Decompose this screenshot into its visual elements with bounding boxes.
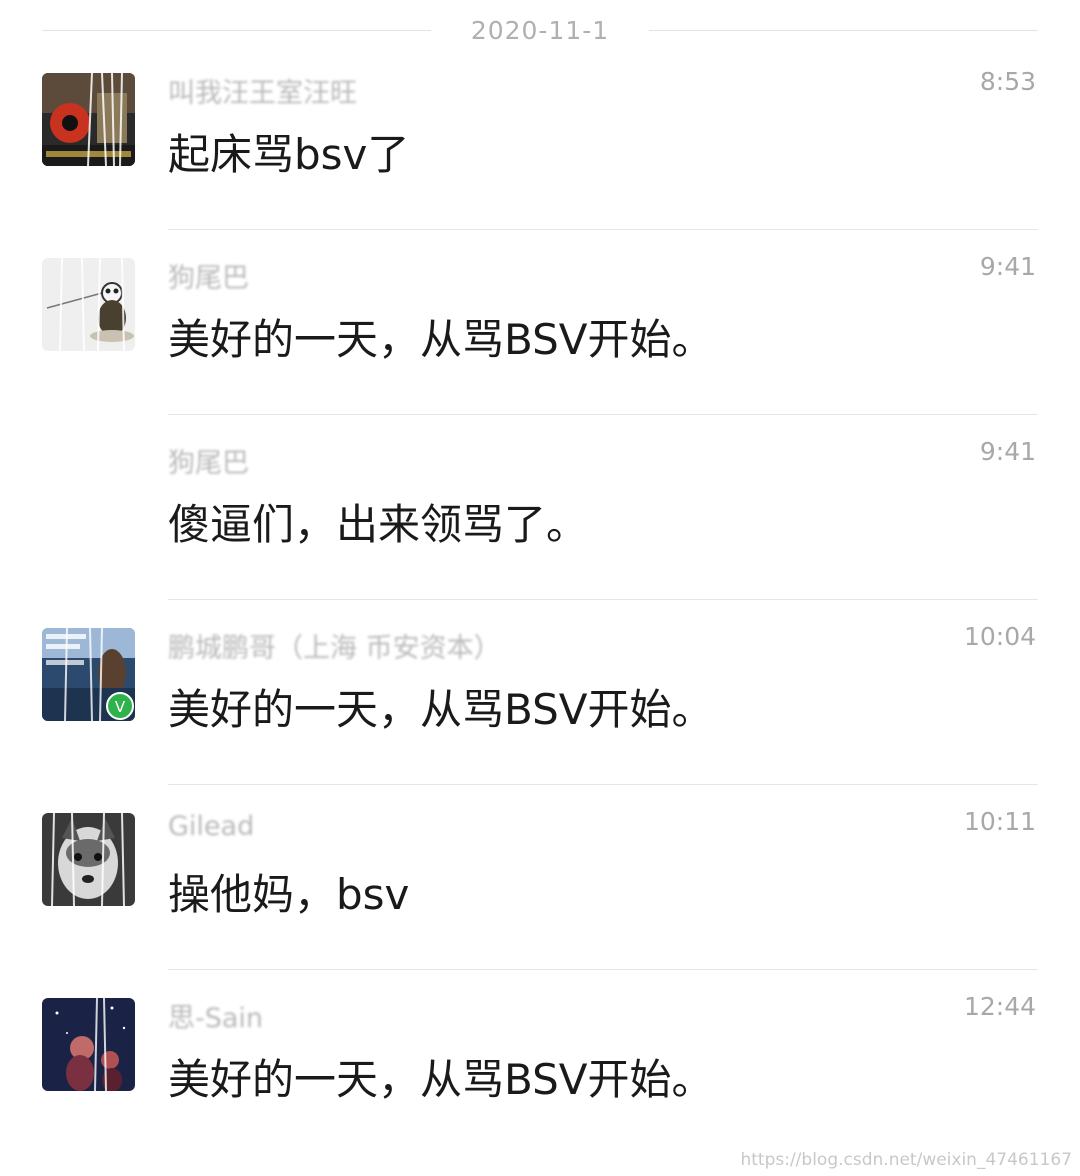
- divider-right: [649, 29, 1039, 31]
- message-item[interactable]: V 鹏城鹏哥（上海 币安资本） 10:04 美好的一天，从骂BSV开始。: [0, 600, 1080, 785]
- watermark-text: https://blog.csdn.net/weixin_47461167: [740, 1150, 1072, 1170]
- message-text: 起床骂bsv了: [168, 130, 410, 179]
- chat-history-page: 2020-11-1 叫我汪王室汪旺 8:53 起床骂bsv了 狗尾巴 9:41 …: [0, 0, 1080, 1176]
- avatar[interactable]: [42, 258, 135, 351]
- message-item[interactable]: 狗尾巴 9:41 傻逼们，出来领骂了。: [0, 415, 1080, 600]
- sender-name: 狗尾巴: [168, 263, 249, 294]
- avatar-image-icon: [42, 73, 135, 166]
- svg-text:V: V: [115, 698, 126, 716]
- message-time: 9:41: [979, 437, 1036, 466]
- message-time: 12:44: [963, 992, 1036, 1021]
- avatar[interactable]: [42, 998, 135, 1091]
- sender-name: Gilead: [168, 811, 255, 842]
- message-item[interactable]: Gilead 10:11 操他妈，bsv: [0, 785, 1080, 970]
- sender-name: 思-Sain: [168, 1003, 264, 1034]
- avatar-image-icon: [42, 813, 135, 906]
- message-time: 9:41: [979, 252, 1036, 281]
- avatar-image-icon: [42, 998, 135, 1091]
- message-time: 10:04: [963, 622, 1036, 651]
- avatar-image-icon: V: [42, 628, 135, 721]
- message-text: 美好的一天，从骂BSV开始。: [168, 315, 714, 364]
- message-text: 傻逼们，出来领骂了。: [168, 500, 589, 549]
- sender-name: 狗尾巴: [168, 448, 249, 479]
- sender-name: 鹏城鹏哥（上海 币安资本）: [168, 633, 501, 664]
- divider-left: [42, 29, 431, 31]
- message-time: 8:53: [979, 67, 1036, 96]
- sender-name: 叫我汪王室汪旺: [168, 78, 357, 109]
- message-item[interactable]: 叫我汪王室汪旺 8:53 起床骂bsv了: [0, 45, 1080, 230]
- avatar[interactable]: [42, 813, 135, 906]
- avatar[interactable]: V: [42, 628, 135, 721]
- message-text: 美好的一天，从骂BSV开始。: [168, 685, 714, 734]
- date-label: 2020-11-1: [470, 15, 610, 45]
- message-time: 10:11: [963, 807, 1036, 836]
- avatar[interactable]: [42, 73, 135, 166]
- message-item[interactable]: 思-Sain 12:44 美好的一天，从骂BSV开始。: [0, 970, 1080, 1155]
- avatar-image-icon: [42, 258, 135, 351]
- message-text: 操他妈，bsv: [168, 870, 410, 919]
- message-text: 美好的一天，从骂BSV开始。: [168, 1055, 714, 1104]
- message-item[interactable]: 狗尾巴 9:41 美好的一天，从骂BSV开始。: [0, 230, 1080, 415]
